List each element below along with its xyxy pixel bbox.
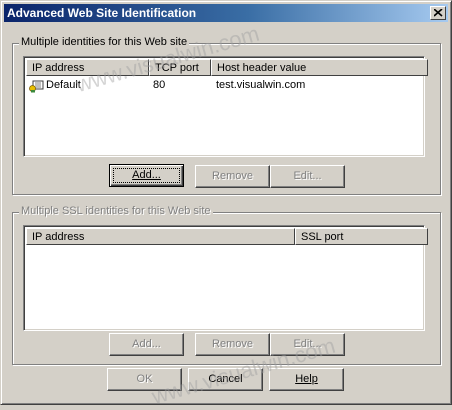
remove-ssl-button[interactable]: Remove xyxy=(195,333,270,356)
window-title: Advanced Web Site Identification xyxy=(7,6,197,20)
help-button[interactable]: Help xyxy=(269,368,344,391)
table-row[interactable]: Default 80 test.visualwin.com xyxy=(26,78,422,94)
column-host-header[interactable]: Host header value xyxy=(211,59,428,76)
title-bar: Advanced Web Site Identification xyxy=(4,4,448,22)
ssl-group-label: Multiple SSL identities for this Web sit… xyxy=(19,205,213,217)
remove-identity-button[interactable]: Remove xyxy=(195,165,270,188)
ssl-identities-list[interactable]: IP address SSL port xyxy=(23,225,428,331)
edit-identity-button[interactable]: Edit... xyxy=(270,165,345,188)
identities-group-label: Multiple identities for this Web site xyxy=(19,36,190,48)
column-tcp-port[interactable]: TCP port xyxy=(149,59,211,76)
row-port: 80 xyxy=(153,79,166,91)
column-ip-address[interactable]: IP address xyxy=(26,59,149,76)
dialog-window: Advanced Web Site Identification Multipl… xyxy=(0,0,452,409)
column-ssl-ip-address[interactable]: IP address xyxy=(26,228,295,245)
column-ssl-port[interactable]: SSL port xyxy=(295,228,428,245)
close-button[interactable] xyxy=(430,6,446,20)
close-icon xyxy=(434,9,443,17)
row-ip: Default xyxy=(46,79,81,91)
identities-groupbox: Multiple identities for this Web site IP… xyxy=(12,36,441,195)
cancel-button[interactable]: Cancel xyxy=(188,368,263,391)
edit-ssl-button[interactable]: Edit... xyxy=(270,333,345,356)
add-ssl-button[interactable]: Add... xyxy=(109,333,184,356)
add-identity-button[interactable]: Add... xyxy=(109,164,184,187)
site-identity-icon xyxy=(29,79,44,96)
row-host: test.visualwin.com xyxy=(216,79,306,91)
identities-list[interactable]: IP address TCP port Host header value De… xyxy=(23,56,428,157)
ssl-identities-groupbox: Multiple SSL identities for this Web sit… xyxy=(12,205,441,365)
ok-button[interactable]: OK xyxy=(107,368,182,391)
